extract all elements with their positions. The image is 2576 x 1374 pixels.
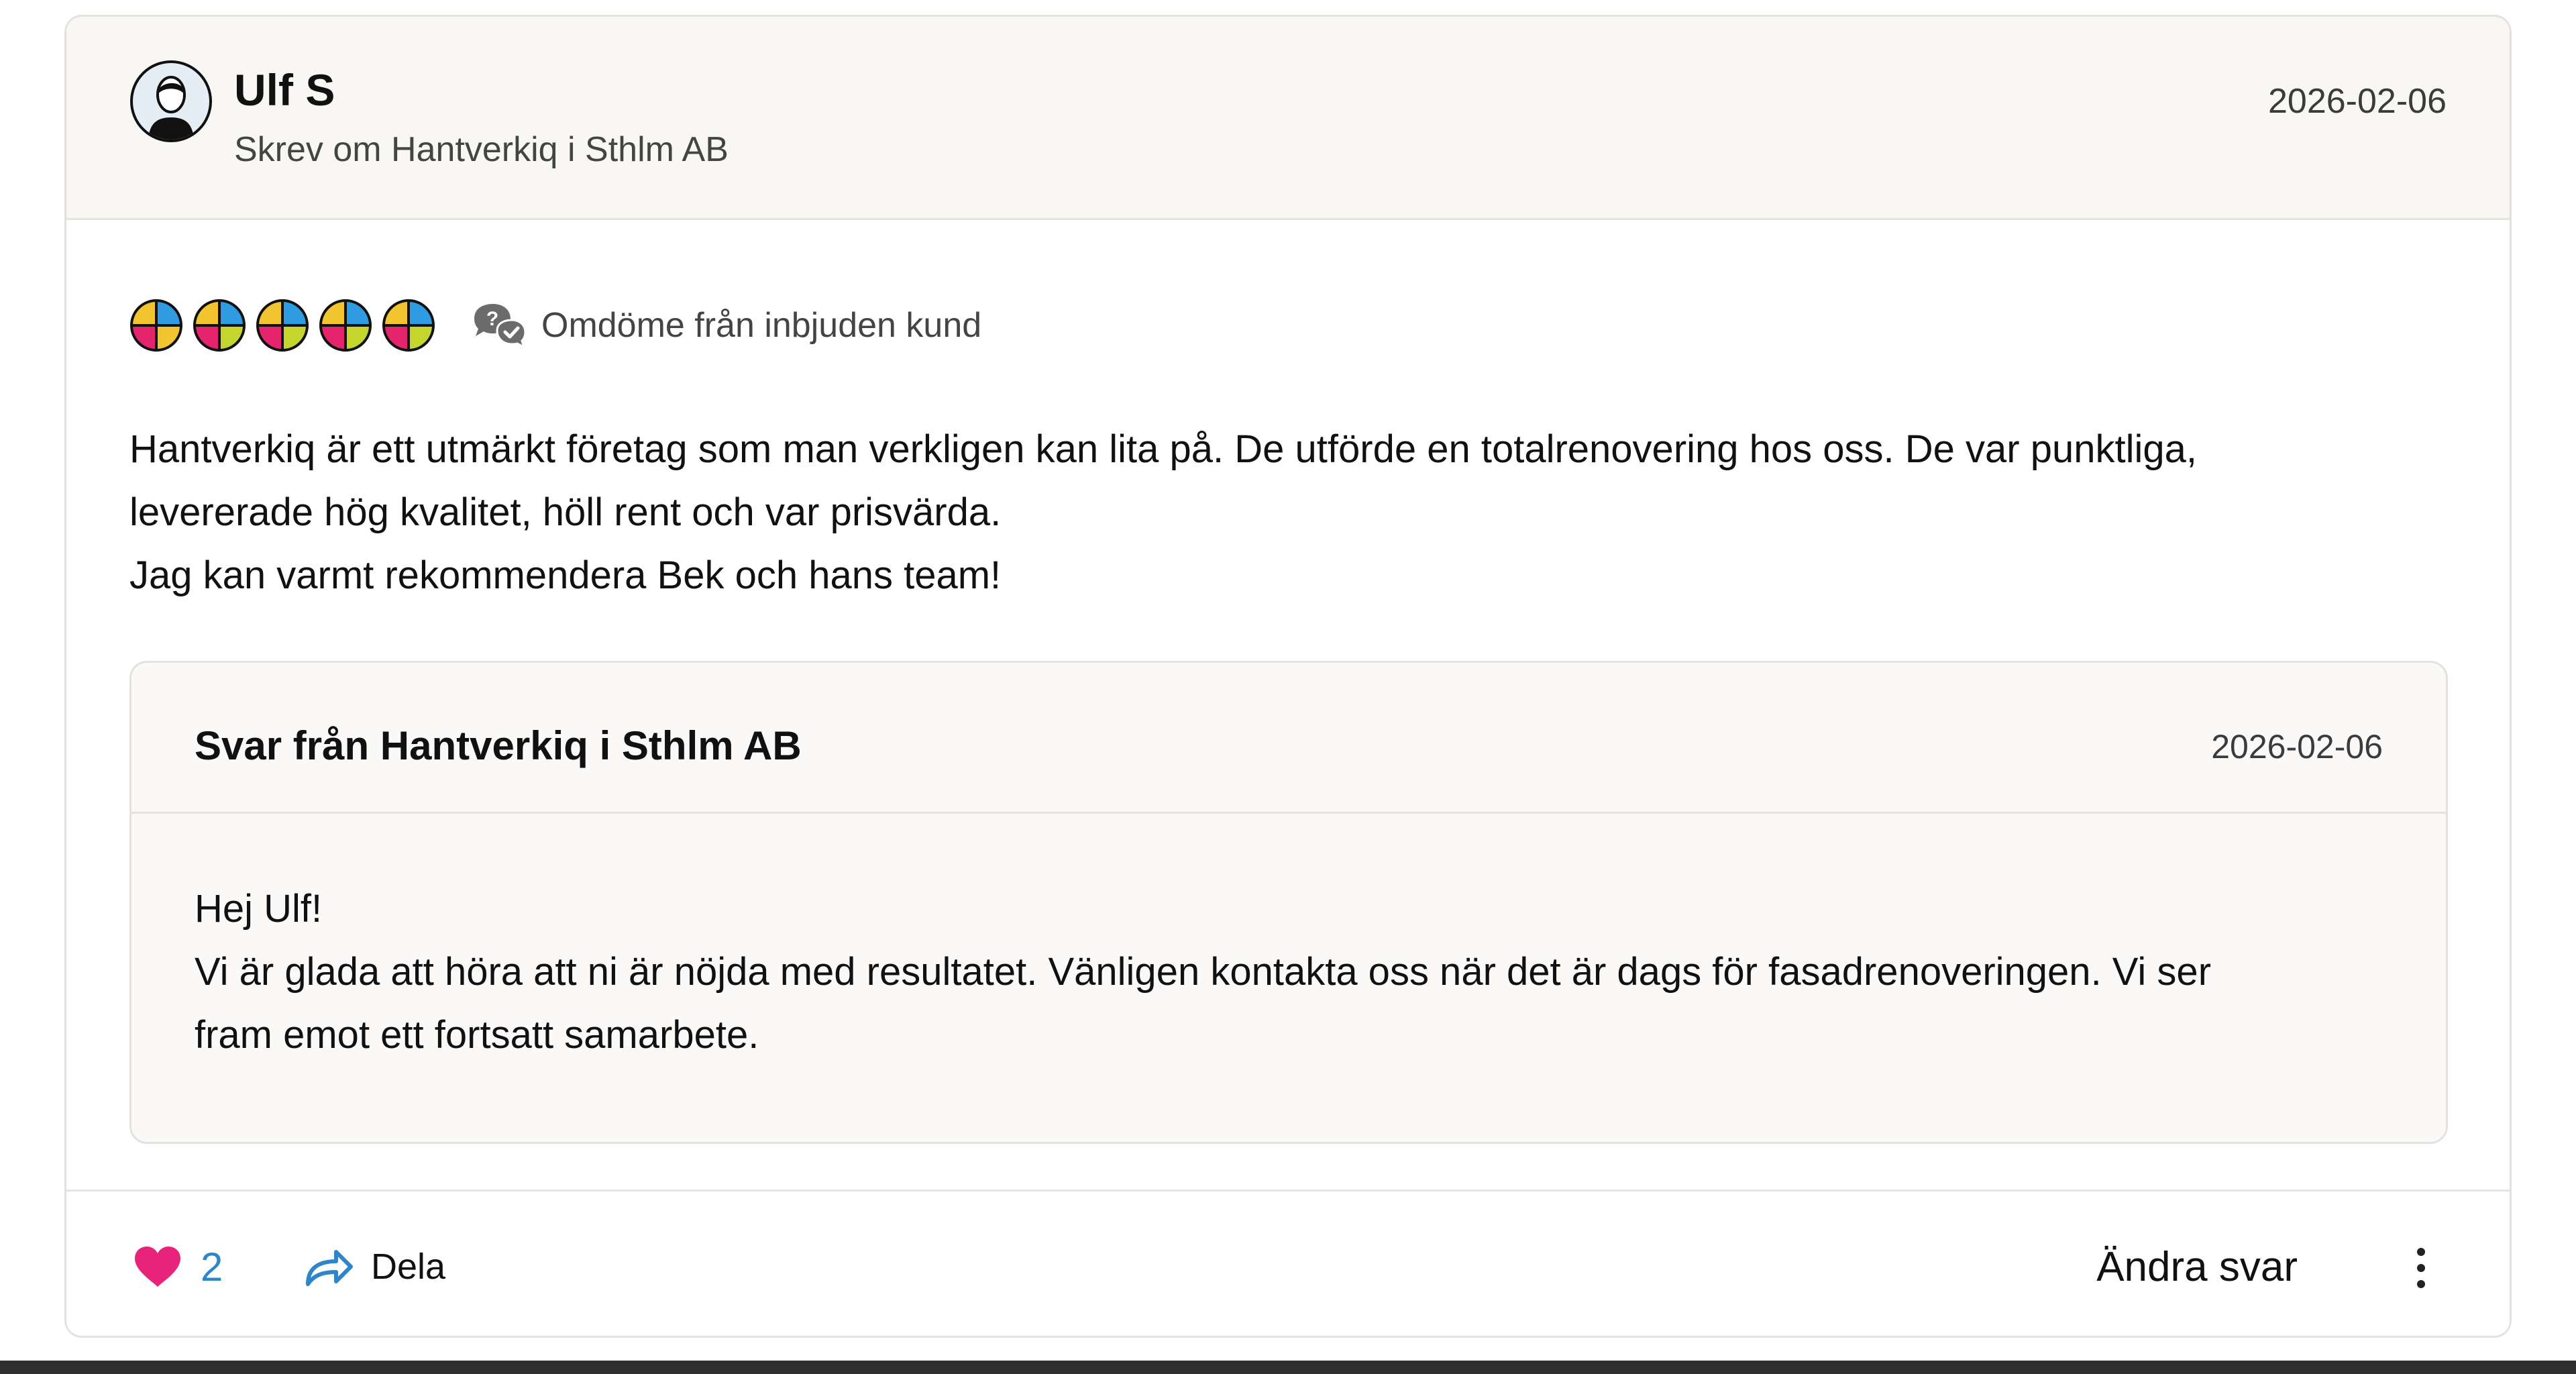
more-vertical-icon[interactable] bbox=[2408, 1244, 2434, 1292]
chat-bubbles-icon: ? bbox=[474, 304, 527, 349]
rating-star-icon bbox=[319, 299, 372, 352]
review-card: Ulf S Skrev om Hantverkiq i Sthlm AB 202… bbox=[64, 15, 2512, 1338]
share-arrow-icon bbox=[306, 1250, 353, 1286]
reply-text: Hej Ulf! Vi är glada att höra att ni är … bbox=[195, 887, 2212, 1057]
review-text: Hantverkiq är ett utmärkt företag som ma… bbox=[129, 427, 2197, 597]
avatar-user-icon[interactable] bbox=[129, 60, 213, 143]
review-actions: 2 Dela Ändra svar bbox=[66, 1190, 2510, 1336]
heart-icon bbox=[135, 1247, 180, 1287]
reply-title: Svar från Hantverkiq i Sthlm AB bbox=[195, 723, 802, 768]
review-header: Ulf S Skrev om Hantverkiq i Sthlm AB 202… bbox=[66, 17, 2510, 220]
reviewer-subtitle: Skrev om Hantverkiq i Sthlm AB bbox=[234, 130, 729, 169]
reviewer-name[interactable]: Ulf S bbox=[234, 68, 335, 112]
edit-reply-button[interactable]: Ändra svar bbox=[2096, 1238, 2298, 1295]
star-rating bbox=[129, 299, 445, 352]
svg-text:?: ? bbox=[486, 308, 498, 330]
rating-row: ? Omdöme från inbjuden kund bbox=[129, 299, 981, 352]
reply-date: 2026-02-06 bbox=[2211, 728, 2383, 765]
rating-star-icon bbox=[130, 299, 182, 352]
rating-star-icon bbox=[382, 299, 435, 352]
share-button[interactable]: Dela bbox=[304, 1238, 445, 1295]
page-bottom-bar bbox=[0, 1361, 2576, 1374]
invited-customer-label: Omdöme från inbjuden kund bbox=[541, 306, 982, 345]
review-date: 2026-02-06 bbox=[2268, 82, 2447, 121]
share-label: Dela bbox=[371, 1247, 446, 1287]
company-reply: Svar från Hantverkiq i Sthlm AB 2026-02-… bbox=[129, 661, 2448, 1144]
like-button[interactable]: 2 bbox=[133, 1238, 223, 1295]
rating-star-icon bbox=[193, 299, 246, 352]
rating-star-icon bbox=[256, 299, 309, 352]
like-count: 2 bbox=[201, 1244, 223, 1289]
reply-header: Svar från Hantverkiq i Sthlm AB 2026-02-… bbox=[131, 663, 2446, 814]
